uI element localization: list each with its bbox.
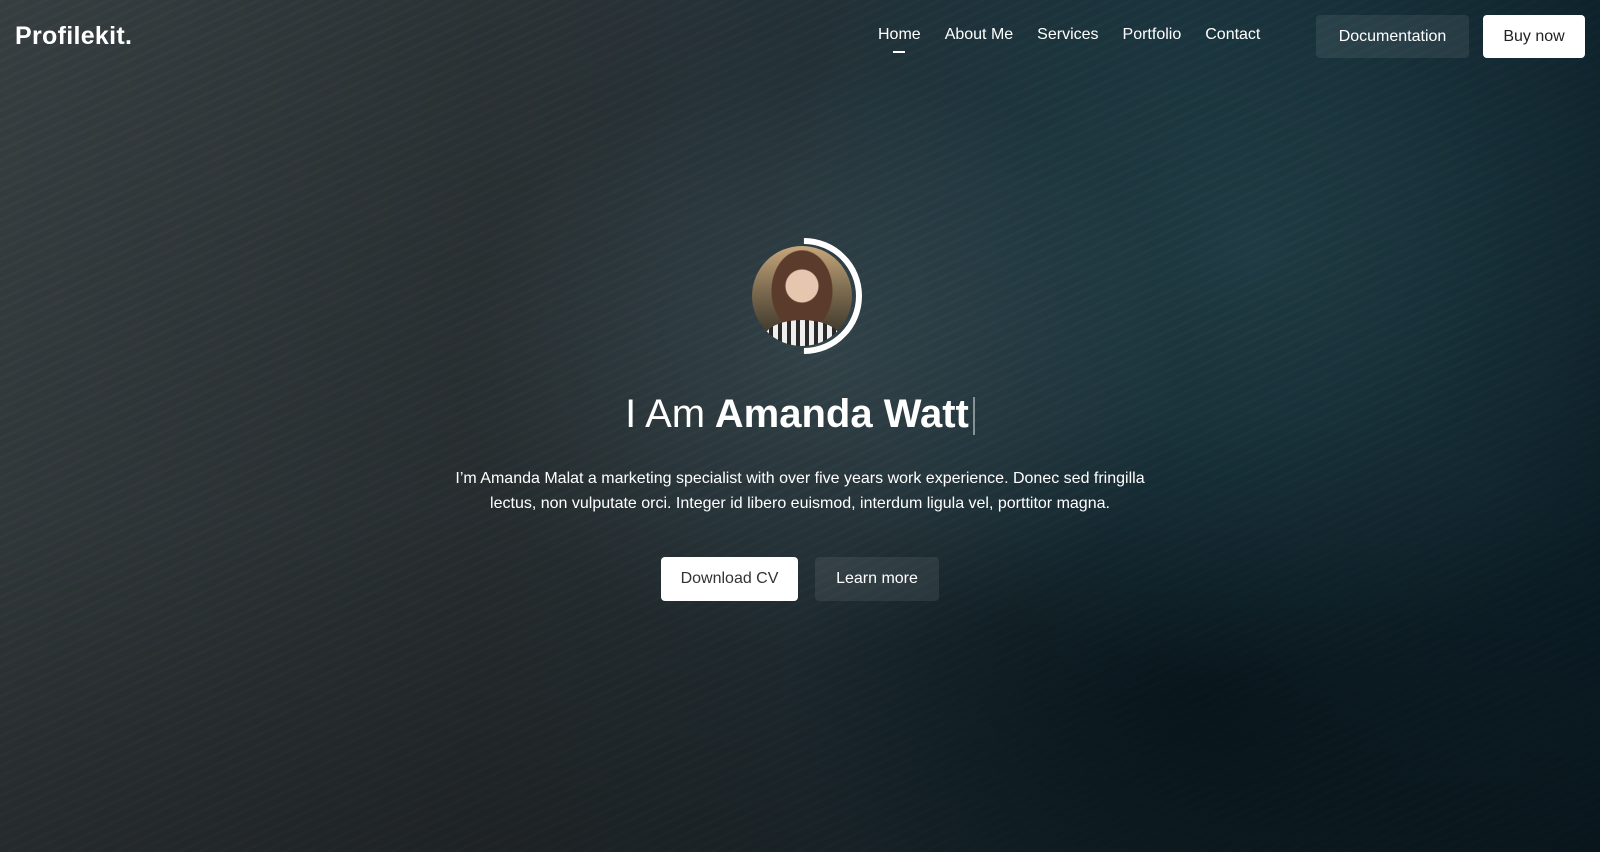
nav-services[interactable]: Services [1037,26,1098,44]
hero-description-line-1: I’m Amanda Malat a marketing specialist … [455,470,1145,487]
avatar-frame [721,213,887,379]
documentation-button[interactable]: Documentation [1316,15,1469,58]
hero-title-name: Amanda Watt [714,392,969,436]
avatar [752,246,852,346]
hero-description-line-2: lectus, non vulputate orci. Integer id l… [490,495,1110,512]
nav-portfolio[interactable]: Portfolio [1123,26,1182,44]
hero-title-prefix: I Am [625,392,706,436]
learn-more-button[interactable]: Learn more [815,557,939,601]
nav-contact[interactable]: Contact [1205,26,1260,44]
typing-cursor [972,397,975,436]
hero-title: I Am Amanda Watt [0,390,1600,438]
nav-home[interactable]: Home [878,26,921,44]
download-cv-button[interactable]: Download CV [661,557,798,601]
site-logo[interactable]: Profilekit. [15,22,132,51]
nav-about-me[interactable]: About Me [945,26,1013,44]
buy-now-button[interactable]: Buy now [1483,15,1585,58]
main-nav: Home About Me Services Portfolio Contact [878,26,1284,44]
hero-description: I’m Amanda Malat a marketing specialist … [420,466,1180,516]
avatar-shirt [764,320,840,346]
